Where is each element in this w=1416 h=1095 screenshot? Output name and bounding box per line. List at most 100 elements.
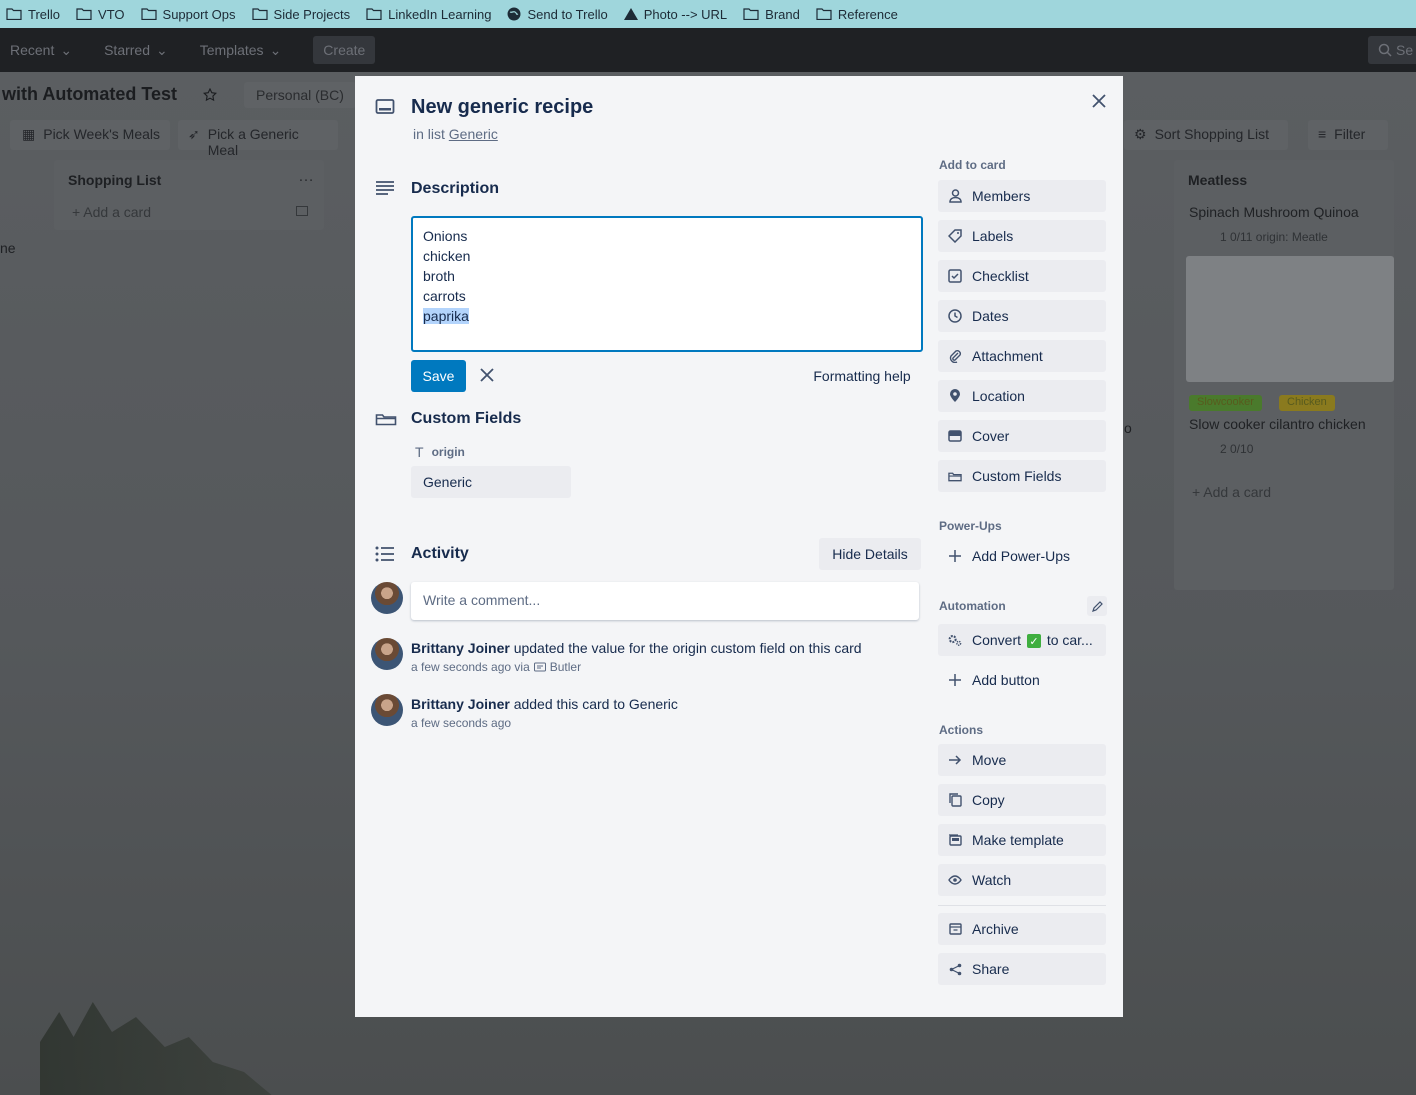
bookmark-linkedin-learning[interactable]: LinkedIn Learning: [366, 7, 491, 22]
nav-recent-label: Recent: [10, 42, 55, 58]
convert-to-card-button[interactable]: Convert ✓ to car...: [938, 624, 1106, 656]
activity-time[interactable]: a few seconds ago via: [411, 660, 530, 674]
location-button[interactable]: Location: [938, 380, 1106, 412]
formatting-help-button[interactable]: Formatting help: [802, 360, 922, 392]
copy-button[interactable]: Copy: [938, 784, 1106, 816]
bookmarks-bar: Trello VTO Support Ops Side Projects Lin…: [0, 0, 1416, 28]
activity-user[interactable]: Brittany Joiner: [411, 696, 510, 712]
watch-button[interactable]: Watch: [938, 864, 1106, 896]
bookmark-vto[interactable]: VTO: [76, 7, 125, 22]
add-power-ups-label: Add Power-Ups: [972, 548, 1071, 564]
location-pin-icon: [948, 389, 962, 403]
checklist-button[interactable]: Checklist: [938, 260, 1106, 292]
edit-automation-button[interactable]: [1087, 596, 1107, 616]
create-button[interactable]: Create: [313, 36, 376, 64]
description-line: chicken: [423, 248, 471, 264]
bookmark-photo-url[interactable]: Photo --> URL: [623, 7, 727, 22]
selected-text: paprika: [423, 308, 469, 324]
add-card-button[interactable]: + Add a card: [1192, 484, 1271, 500]
activity-user[interactable]: Brittany Joiner: [411, 640, 510, 656]
share-label: Share: [972, 961, 1010, 977]
dates-button[interactable]: Dates: [938, 300, 1106, 332]
paperclip-icon: [948, 349, 962, 363]
description-textarea[interactable]: Onions chicken broth carrots paprika: [411, 216, 923, 352]
workspace-button[interactable]: Personal (BC): [244, 82, 356, 108]
move-button[interactable]: Move: [938, 744, 1106, 776]
activity-meta: a few seconds ago via Butler: [411, 660, 581, 674]
filter-icon: ≡: [1318, 126, 1327, 142]
hide-details-button[interactable]: Hide Details: [819, 538, 921, 570]
description-line: Onions: [423, 228, 468, 244]
card-title[interactable]: Spinach Mushroom Quinoa: [1189, 204, 1359, 220]
filter-label: Filter: [1334, 126, 1366, 142]
attachment-button[interactable]: Attachment: [938, 340, 1106, 372]
save-button[interactable]: Save: [411, 360, 466, 392]
board-title[interactable]: with Automated Test: [2, 84, 177, 105]
nav-starred-label: Starred: [104, 42, 151, 58]
plus-icon: [948, 549, 962, 563]
sort-shopping-list-button[interactable]: ⚙ Sort Shopping List: [1124, 120, 1288, 150]
activity-time[interactable]: a few seconds ago: [411, 716, 511, 730]
add-power-ups-button[interactable]: Add Power-Ups: [938, 540, 1106, 572]
search-input[interactable]: Se: [1368, 36, 1416, 64]
close-icon: [480, 368, 494, 382]
labels-button[interactable]: Labels: [938, 220, 1106, 252]
make-template-button[interactable]: Make template: [938, 824, 1106, 856]
archive-button[interactable]: Archive: [938, 913, 1106, 945]
butler-icon: [533, 662, 546, 672]
convert-prefix: Convert: [972, 631, 1022, 648]
add-button-button[interactable]: Add button: [938, 664, 1106, 696]
pencil-icon: [1091, 600, 1103, 612]
bookmark-label: VTO: [98, 6, 125, 22]
automation-heading: Automation: [939, 599, 1006, 613]
template-icon[interactable]: [296, 206, 308, 216]
bookmark-support-ops[interactable]: Support Ops: [140, 7, 236, 22]
custom-fields-heading: Custom Fields: [411, 410, 522, 427]
activity-item: Brittany Joiner added this card to Gener…: [411, 696, 678, 712]
calendar-icon: ▦: [22, 126, 36, 142]
archive-icon: [948, 922, 962, 936]
share-button[interactable]: Share: [938, 953, 1106, 985]
eye-icon: [948, 873, 962, 887]
add-card-button[interactable]: + Add a card: [72, 204, 151, 220]
bookmark-label: Side Projects: [273, 6, 351, 22]
comment-input[interactable]: Write a comment...: [411, 582, 919, 620]
search-icon: [1378, 43, 1392, 57]
nav-templates[interactable]: Templates ⌄: [200, 42, 282, 59]
cover-icon: [948, 429, 962, 443]
list-menu-icon[interactable]: …: [298, 168, 314, 186]
custom-fields-button[interactable]: Custom Fields: [938, 460, 1106, 492]
make-template-label: Make template: [972, 832, 1064, 848]
bookmark-trello[interactable]: Trello: [6, 7, 60, 22]
share-icon: [948, 962, 962, 976]
cover-button[interactable]: Cover: [938, 420, 1106, 452]
custom-field-value[interactable]: Generic: [411, 466, 571, 498]
activity-icon: [375, 546, 395, 567]
star-icon[interactable]: [203, 87, 217, 107]
bookmark-reference[interactable]: Reference: [816, 7, 898, 22]
bookmark-send-to-trello[interactable]: Send to Trello: [507, 7, 608, 22]
members-button[interactable]: Members: [938, 180, 1106, 212]
bookmark-side-projects[interactable]: Side Projects: [251, 6, 351, 22]
gears-icon: [948, 633, 962, 647]
text-type-icon: T: [415, 444, 424, 460]
card-title[interactable]: Slow cooker cilantro chicken: [1189, 416, 1366, 432]
nav-recent[interactable]: Recent ⌄: [10, 42, 72, 59]
list-name-link[interactable]: Generic: [449, 126, 498, 142]
checklist-label: Checklist: [972, 268, 1029, 284]
filter-button[interactable]: ≡ Filter: [1308, 120, 1388, 150]
card-title[interactable]: New generic recipe: [411, 96, 593, 119]
partial-card-text: ne: [0, 240, 16, 256]
card-icon: [375, 98, 395, 121]
pick-generic-meal-label: Pick a Generic Meal: [207, 126, 299, 158]
pick-generic-meal-button[interactable]: ➶ Pick a Generic Meal: [178, 120, 338, 158]
cancel-edit-button[interactable]: [476, 364, 498, 386]
move-label: Move: [972, 752, 1007, 768]
nav-starred[interactable]: Starred ⌄: [104, 42, 168, 59]
close-button[interactable]: [1088, 90, 1110, 112]
list-meatless: Meatless Spinach Mushroom Quinoa 1 0/11 …: [1174, 160, 1394, 590]
folder-icon: [816, 8, 832, 20]
bookmark-brand[interactable]: Brand: [743, 7, 800, 22]
pick-weeks-meals-button[interactable]: ▦ Pick Week's Meals: [10, 120, 170, 150]
description-line: broth: [423, 268, 455, 284]
